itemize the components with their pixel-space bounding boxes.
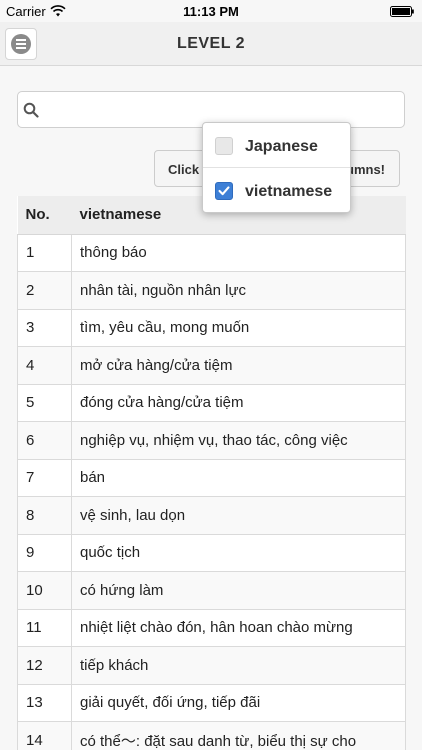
- table-row[interactable]: 6 nghiệp vụ, nhiệm vụ, thao tác, công việ…: [17, 421, 406, 460]
- vocabulary-table: No. vietnamese 1 thông báo 2 nhân tài, nguồ…: [17, 196, 406, 750]
- status-bar: Carrier 11:13 PM: [0, 0, 422, 22]
- dropdown-item-label: vietnamese: [245, 183, 333, 200]
- vietnamese-cell: mở cửa hàng/cửa tiệm: [71, 346, 406, 385]
- vietnamese-cell: thông báo: [71, 233, 406, 272]
- row-number-cell: 1: [17, 233, 72, 272]
- row-number-cell: 10: [17, 571, 72, 610]
- battery-icon: [390, 6, 414, 17]
- dropdown-item-vietnamese[interactable]: vietnamese: [203, 168, 350, 213]
- row-number-cell: 5: [17, 383, 72, 422]
- checkbox-unchecked-icon[interactable]: [215, 137, 233, 155]
- status-time: 11:13 PM: [183, 4, 239, 19]
- vietnamese-cell: bán: [71, 458, 406, 497]
- dropdown-item-japanese[interactable]: Japanese: [203, 123, 350, 168]
- row-number-cell: 13: [17, 683, 72, 722]
- table-body: 1 thông báo 2 nhân tài, nguồn nhân lực 3 tìm,…: [17, 233, 406, 750]
- row-number-cell: 2: [17, 271, 72, 310]
- table-row[interactable]: 11 nhiệt liệt chào đón, hân hoan chào mừn…: [17, 608, 406, 647]
- row-number-cell: 8: [17, 496, 72, 535]
- table-row[interactable]: 5 đóng cửa hàng/cửa tiệm: [17, 383, 406, 422]
- vietnamese-cell: tìm, yêu cầu, mong muốn: [71, 308, 406, 347]
- vietnamese-cell: vệ sinh, lau dọn: [71, 496, 406, 535]
- dropdown-item-label: Japanese: [245, 138, 318, 155]
- columns-dropdown: Japanese vietnamese: [202, 122, 351, 213]
- row-number-cell: 12: [17, 646, 72, 685]
- vietnamese-cell: có thể～: đặt sau danh từ, biểu thị sự ch…: [71, 721, 406, 750]
- table-row[interactable]: 10 có hứng làm: [17, 571, 406, 610]
- vietnamese-cell: đóng cửa hàng/cửa tiệm: [71, 383, 406, 422]
- vietnamese-cell: nhân tài, nguồn nhân lực: [71, 271, 406, 310]
- table-row[interactable]: 12 tiếp khách: [17, 646, 406, 685]
- table-row[interactable]: 4 mở cửa hàng/cửa tiệm: [17, 346, 406, 385]
- row-number-cell: 14: [17, 721, 72, 750]
- page-title: LEVEL 2: [176, 35, 246, 52]
- vietnamese-cell: nghiệp vụ, nhiệm vụ, thao tác, công việc: [71, 421, 406, 460]
- toggle-columns-label-right: umns!: [346, 162, 385, 177]
- vietnamese-cell: có hứng làm: [71, 571, 406, 610]
- row-number-cell: 11: [17, 608, 72, 647]
- table-row[interactable]: 8 vệ sinh, lau dọn: [17, 496, 406, 535]
- row-number-cell: 6: [17, 421, 72, 460]
- navigation-bar: LEVEL 2: [0, 22, 422, 66]
- row-number-cell: 7: [17, 458, 72, 497]
- table-row[interactable]: 14 có thể～: đặt sau danh từ, biểu thị sự …: [17, 721, 406, 750]
- table-row[interactable]: 7 bán: [17, 458, 406, 497]
- vietnamese-cell: nhiệt liệt chào đón, hân hoan chào mừng: [71, 608, 406, 647]
- row-number-cell: 9: [17, 533, 72, 572]
- row-number-cell: 4: [17, 346, 72, 385]
- toggle-columns-label-left: Click: [168, 162, 200, 177]
- row-number-cell: 3: [17, 308, 72, 347]
- column-header-no[interactable]: No.: [17, 196, 72, 235]
- checkbox-checked-icon[interactable]: [215, 182, 233, 200]
- table-row[interactable]: 13 giải quyết, đối ứng, tiếp đãi: [17, 683, 406, 722]
- vietnamese-cell: tiếp khách: [71, 646, 406, 685]
- vietnamese-cell: giải quyết, đối ứng, tiếp đãi: [71, 683, 406, 722]
- vietnamese-cell: quốc tịch: [71, 533, 406, 572]
- table-row[interactable]: 3 tìm, yêu cầu, mong muốn: [17, 308, 406, 347]
- table-row[interactable]: 1 thông báo: [17, 233, 406, 272]
- search-icon: [23, 102, 39, 118]
- table-row[interactable]: 2 nhân tài, nguồn nhân lực: [17, 271, 406, 310]
- table-row[interactable]: 9 quốc tịch: [17, 533, 406, 572]
